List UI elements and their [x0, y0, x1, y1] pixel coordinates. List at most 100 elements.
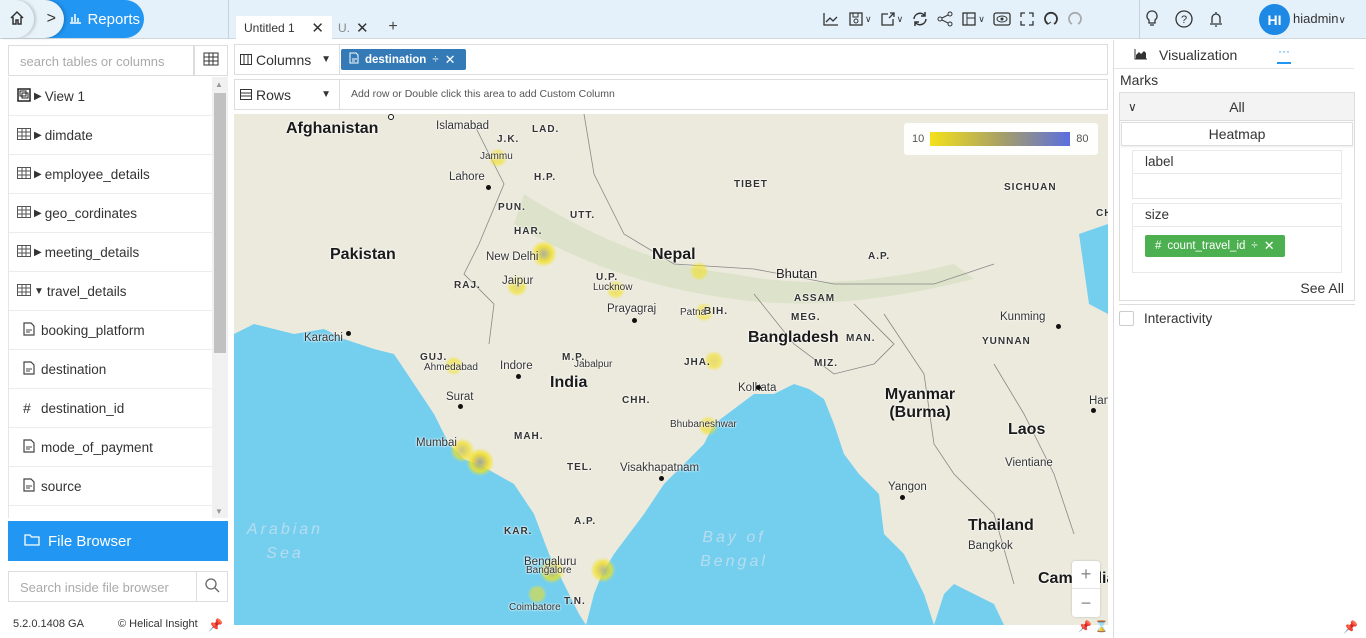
scroll-down-icon[interactable]: ▼ — [215, 507, 223, 516]
number-field-icon: # — [23, 400, 31, 416]
bell-icon[interactable] — [1209, 7, 1223, 31]
tree-item-geo-cordinates[interactable]: ▶ geo_cordinates — [9, 194, 212, 233]
file-browser-button[interactable]: File Browser — [8, 521, 228, 561]
tab-u[interactable]: U. ✕ — [334, 16, 380, 39]
map-label-region: A.P. — [868, 251, 891, 262]
number-field-icon: # — [1155, 240, 1162, 252]
search-tables-input[interactable]: search tables or columns — [8, 45, 194, 76]
avatar[interactable]: HI — [1259, 4, 1290, 35]
map-label-region: BIH. — [704, 306, 728, 317]
heat-point[interactable] — [689, 261, 709, 281]
tree-item-view-1[interactable]: ▶ View 1 — [9, 77, 212, 116]
add-tab-button[interactable]: + — [384, 16, 402, 38]
map-label-region: MIZ. — [814, 358, 838, 369]
redo-icon[interactable] — [1067, 7, 1083, 31]
map-label-country: Laos — [1008, 421, 1046, 438]
export-icon[interactable]: ∨ — [880, 7, 903, 31]
close-icon[interactable]: ✕ — [311, 19, 324, 37]
tree-item-employee-details[interactable]: ▶ employee_details — [9, 155, 212, 194]
layout-icon[interactable]: ∨ — [961, 7, 985, 31]
size-property: size # count_travel_id ÷ ✕ — [1132, 203, 1342, 273]
legend-min: 10 — [912, 133, 925, 145]
see-all-link[interactable]: See All — [1300, 280, 1344, 296]
pin-icon[interactable]: 📌 — [1343, 620, 1358, 634]
heat-point[interactable] — [590, 557, 616, 583]
close-icon[interactable]: ✕ — [356, 19, 369, 37]
column-item-booking-platform[interactable]: booking_platform — [9, 311, 212, 350]
tree-scrollbar[interactable]: ▲ ▼ — [212, 77, 228, 518]
rows-shelf[interactable]: Rows ▼ Add row or Double click this area… — [234, 79, 1108, 110]
preview-icon[interactable] — [993, 7, 1011, 31]
column-item-destination[interactable]: destination — [9, 350, 212, 389]
dropdown-icon[interactable]: ▼ — [321, 89, 331, 100]
map-label-country: Myanmar (Burma) — [884, 386, 956, 421]
heat-point[interactable] — [527, 584, 547, 604]
lightbulb-icon[interactable] — [1145, 7, 1159, 31]
column-item-source[interactable]: source — [9, 467, 212, 506]
scroll-thumb[interactable] — [214, 93, 226, 353]
map-label-city: Jabalpur — [574, 359, 613, 370]
map-label-region: UTT. — [570, 210, 596, 221]
more-options-tab[interactable]: ··· — [1277, 44, 1291, 64]
zoom-in-button[interactable]: + — [1072, 561, 1100, 589]
map-label-city: Ahmedabad — [424, 362, 478, 373]
tree-item-travel-details[interactable]: ▼ travel_details — [9, 272, 212, 311]
map-label-city: Bangalore — [526, 565, 572, 576]
label-property: label — [1132, 150, 1342, 199]
dropdown-icon[interactable]: ▼ — [321, 54, 331, 65]
tab-visualization[interactable]: Visualization — [1134, 47, 1237, 63]
map-label-region: MAN. — [846, 333, 876, 344]
tab-untitled-1[interactable]: Untitled 1 ✕ — [236, 16, 332, 39]
column-item-mode-of-payment[interactable]: mode_of_payment — [9, 428, 212, 467]
size-drop-zone[interactable]: # count_travel_id ÷ ✕ — [1133, 227, 1341, 272]
save-icon[interactable]: ∨ — [848, 7, 872, 31]
capital-marker — [388, 114, 394, 120]
user-menu[interactable]: hiadmin∨ — [1293, 11, 1346, 26]
divide-icon[interactable]: ÷ — [1251, 240, 1257, 252]
size-property-title: size — [1133, 204, 1341, 227]
heatmap-map[interactable]: Afghanistan Pakistan India Nepal Bhutan … — [234, 114, 1108, 625]
map-label-country: Bhutan — [776, 266, 818, 281]
map-label-city: New Delhi — [486, 251, 539, 263]
map-label-region: LAD. — [532, 124, 560, 135]
file-search-button[interactable] — [196, 571, 228, 602]
scroll-up-icon[interactable]: ▲ — [215, 80, 223, 89]
pin-icon[interactable]: 📌 — [208, 618, 223, 632]
interactivity-row[interactable]: Interactivity — [1119, 304, 1355, 326]
properties-panel: Visualization ··· Marks ∨ All Heatmap la… — [1113, 40, 1366, 638]
columns-shelf[interactable]: Columns ▼ destination ÷ ✕ — [234, 44, 1108, 75]
divide-icon[interactable]: ÷ — [432, 54, 438, 66]
collapse-icon: ▼ — [34, 285, 44, 297]
map-label-region: J.K. — [497, 134, 520, 145]
close-icon[interactable]: ✕ — [1264, 238, 1275, 254]
map-label-city: Patna — [680, 307, 707, 318]
refresh-icon[interactable] — [911, 7, 929, 31]
fullscreen-icon[interactable] — [1019, 7, 1035, 31]
zoom-out-button[interactable]: − — [1072, 589, 1100, 617]
tree-item-meeting-details[interactable]: ▶ meeting_details — [9, 233, 212, 272]
map-label-country: Nepal — [652, 246, 696, 263]
size-pill-count-travel-id[interactable]: # count_travel_id ÷ ✕ — [1145, 235, 1285, 257]
grid-view-button[interactable] — [194, 45, 228, 76]
share-icon[interactable] — [937, 7, 953, 31]
column-item-destination-id[interactable]: # destination_id — [9, 389, 212, 428]
undo-icon[interactable] — [1043, 7, 1059, 31]
interactivity-checkbox[interactable] — [1119, 311, 1134, 326]
close-icon[interactable]: ✕ — [445, 52, 456, 68]
help-icon[interactable]: ? — [1175, 7, 1193, 31]
marks-all-row[interactable]: ∨ All — [1120, 93, 1354, 121]
map-label-city: Vientiane — [1005, 457, 1053, 469]
map-label-region: RAJ. — [454, 280, 481, 291]
columns-shelf-label[interactable]: Columns ▼ — [235, 45, 340, 74]
column-pill-destination[interactable]: destination ÷ ✕ — [341, 49, 466, 70]
file-browser-search-input[interactable]: Search inside file browser — [8, 571, 197, 602]
tree-item-dimdate[interactable]: ▶ dimdate — [9, 116, 212, 155]
heat-point[interactable] — [466, 448, 494, 476]
line-chart-icon[interactable] — [822, 7, 840, 31]
text-field-icon — [23, 477, 35, 495]
pin-icon[interactable]: 📌 — [1078, 620, 1092, 633]
chart-type-heatmap[interactable]: Heatmap — [1121, 122, 1353, 146]
label-drop-zone[interactable] — [1133, 174, 1341, 198]
tab-label: Untitled 1 — [244, 20, 295, 35]
rows-shelf-label[interactable]: Rows ▼ — [235, 80, 340, 109]
